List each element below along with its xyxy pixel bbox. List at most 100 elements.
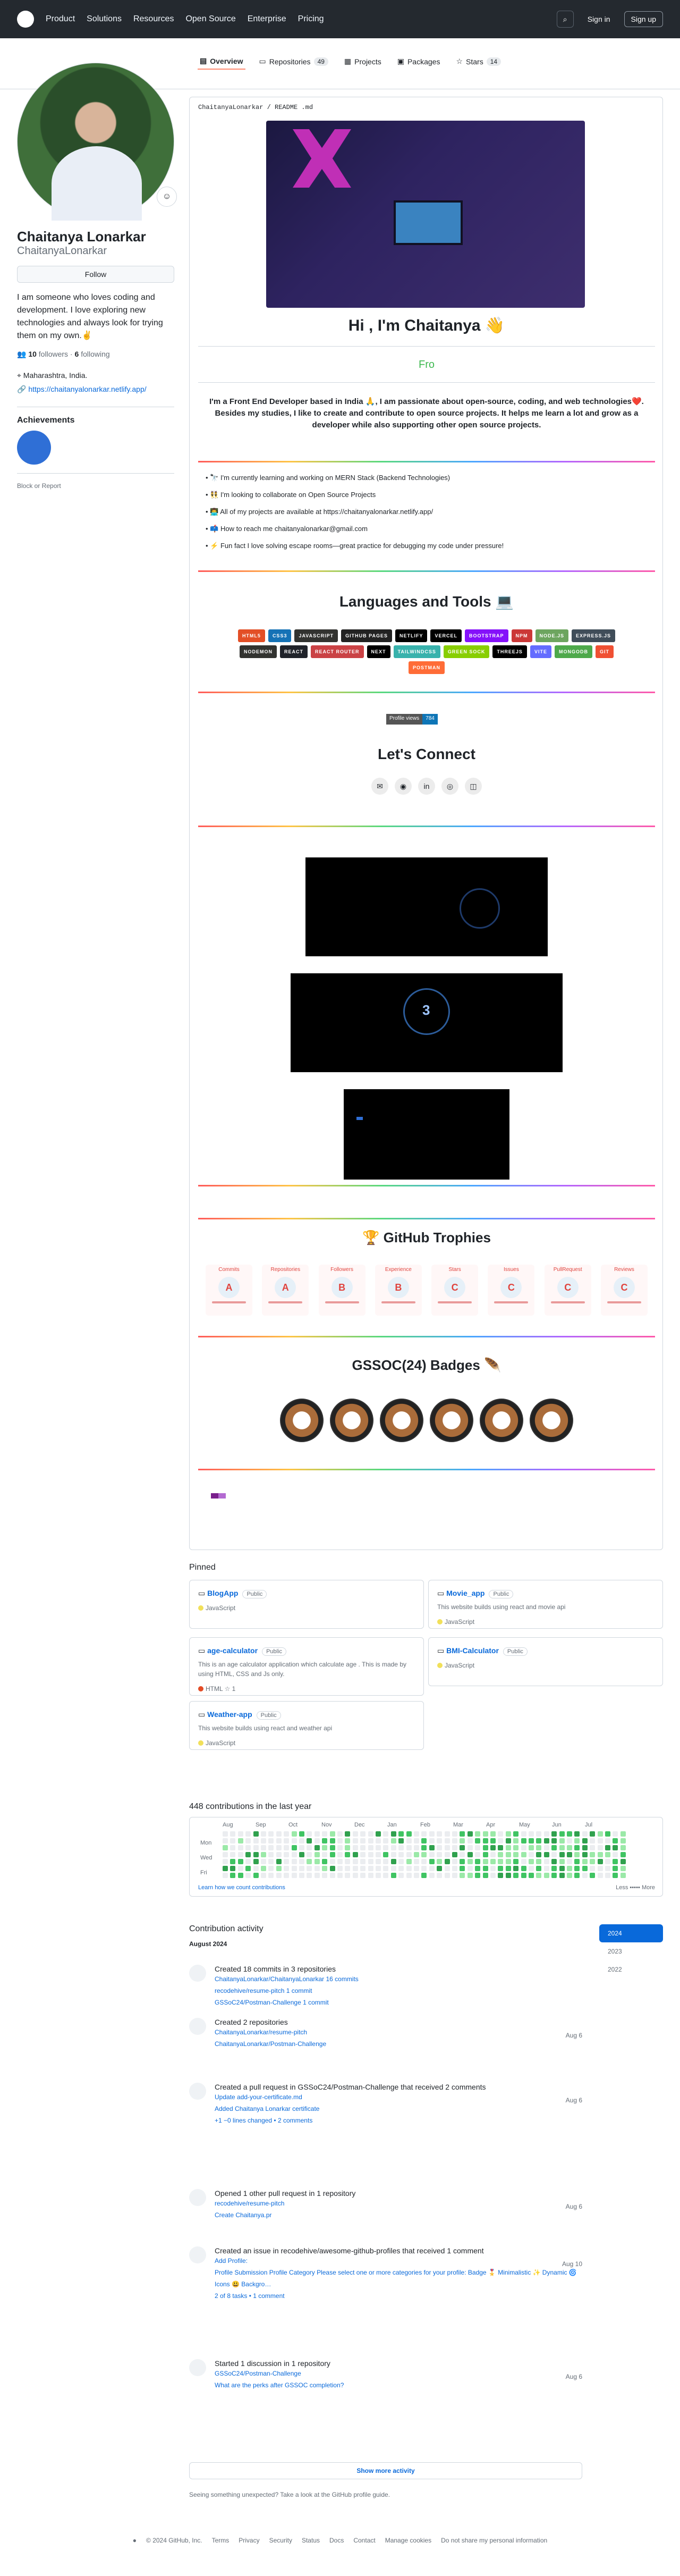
contribution-day[interactable]	[314, 1866, 320, 1871]
contribution-day[interactable]	[398, 1845, 404, 1850]
contribution-day[interactable]	[574, 1859, 580, 1864]
contribution-day[interactable]	[559, 1866, 565, 1871]
contribution-day[interactable]	[536, 1873, 542, 1878]
contribution-day[interactable]	[498, 1859, 504, 1864]
contribution-day[interactable]	[498, 1852, 504, 1857]
contribution-day[interactable]	[352, 1852, 358, 1857]
contribution-day[interactable]	[390, 1845, 396, 1850]
contribution-day[interactable]	[536, 1831, 542, 1837]
contribution-day[interactable]	[360, 1873, 366, 1878]
activity-event-line[interactable]: recodehive/resume-pitch	[215, 2198, 582, 2209]
contribution-day[interactable]	[329, 1845, 335, 1850]
contribution-day[interactable]	[383, 1873, 389, 1878]
contribution-day[interactable]	[299, 1859, 304, 1864]
contribution-day[interactable]	[276, 1866, 282, 1871]
contribution-day[interactable]	[437, 1845, 443, 1850]
contribution-day[interactable]	[605, 1831, 610, 1837]
contribution-day[interactable]	[352, 1838, 358, 1843]
contribution-day[interactable]	[620, 1831, 626, 1837]
contribution-day[interactable]	[368, 1838, 373, 1843]
contribution-day[interactable]	[237, 1873, 243, 1878]
contribution-day[interactable]	[429, 1845, 435, 1850]
contribution-day[interactable]	[368, 1866, 373, 1871]
contribution-day[interactable]	[345, 1831, 351, 1837]
contribution-day[interactable]	[398, 1873, 404, 1878]
contribution-day[interactable]	[543, 1831, 549, 1837]
nav-item-product[interactable]: Product	[46, 14, 75, 24]
contribution-day[interactable]	[406, 1866, 412, 1871]
contribution-day[interactable]	[482, 1852, 488, 1857]
contribution-day[interactable]	[582, 1873, 588, 1878]
footer-link-privacy[interactable]: Privacy	[239, 2537, 259, 2544]
contribution-day[interactable]	[551, 1873, 557, 1878]
contribution-day[interactable]	[276, 1831, 282, 1837]
contribution-day[interactable]	[406, 1859, 412, 1864]
contribution-day[interactable]	[414, 1866, 419, 1871]
contribution-day[interactable]	[597, 1831, 603, 1837]
contribution-day[interactable]	[574, 1845, 580, 1850]
learn-contributions-link[interactable]: Learn how we count contributions	[198, 1884, 285, 1891]
contribution-day[interactable]	[421, 1845, 427, 1850]
contribution-day[interactable]	[605, 1859, 610, 1864]
contribution-day[interactable]	[482, 1831, 488, 1837]
contribution-day[interactable]	[529, 1831, 534, 1837]
contribution-day[interactable]	[590, 1838, 596, 1843]
activity-event-line[interactable]: Update add-your-certificate.md	[215, 2091, 582, 2103]
contribution-day[interactable]	[276, 1852, 282, 1857]
contribution-day[interactable]	[230, 1852, 236, 1857]
contribution-day[interactable]	[536, 1845, 542, 1850]
contribution-day[interactable]	[360, 1845, 366, 1850]
contribution-day[interactable]	[543, 1838, 549, 1843]
contribution-day[interactable]	[590, 1845, 596, 1850]
contribution-day[interactable]	[597, 1859, 603, 1864]
contribution-day[interactable]	[513, 1873, 519, 1878]
contribution-day[interactable]	[307, 1845, 312, 1850]
contribution-day[interactable]	[345, 1838, 351, 1843]
contribution-day[interactable]	[536, 1866, 542, 1871]
contribution-day[interactable]	[437, 1838, 443, 1843]
contribution-day[interactable]	[284, 1845, 290, 1850]
contribution-day[interactable]	[582, 1859, 588, 1864]
contribution-day[interactable]	[307, 1852, 312, 1857]
sign-in-link[interactable]: Sign in	[582, 15, 616, 23]
pinned-repo-card[interactable]: ▭ age-calculator Public This is an age cal…	[189, 1637, 424, 1696]
contribution-day[interactable]	[490, 1852, 496, 1857]
contribution-day[interactable]	[437, 1859, 443, 1864]
contribution-day[interactable]	[429, 1859, 435, 1864]
footer-link-contact[interactable]: Contact	[353, 2537, 375, 2544]
contribution-day[interactable]	[490, 1866, 496, 1871]
contribution-day[interactable]	[567, 1838, 572, 1843]
contribution-day[interactable]	[329, 1859, 335, 1864]
contribution-day[interactable]	[314, 1873, 320, 1878]
contribution-day[interactable]	[574, 1838, 580, 1843]
contribution-day[interactable]	[376, 1852, 381, 1857]
contribution-day[interactable]	[414, 1845, 419, 1850]
activity-event-line[interactable]: Added Chaitanya Lonarkar certificate	[215, 2103, 582, 2115]
activity-event-line[interactable]: ChaitanyaLonarkar/Postman-Challenge	[215, 2038, 582, 2050]
contribution-day[interactable]	[521, 1873, 526, 1878]
contribution-day[interactable]	[261, 1831, 266, 1837]
contribution-day[interactable]	[376, 1838, 381, 1843]
contribution-day[interactable]	[253, 1873, 259, 1878]
contribution-day[interactable]	[398, 1838, 404, 1843]
activity-event-line[interactable]: GSSoC24/Postman-Challenge 1 commit	[215, 1997, 582, 2008]
contribution-day[interactable]	[505, 1831, 511, 1837]
following-label[interactable]: following	[81, 350, 109, 358]
contribution-day[interactable]	[590, 1831, 596, 1837]
contribution-day[interactable]	[337, 1852, 343, 1857]
contribution-day[interactable]	[529, 1845, 534, 1850]
contribution-day[interactable]	[307, 1873, 312, 1878]
contribution-day[interactable]	[360, 1852, 366, 1857]
contribution-day[interactable]	[352, 1845, 358, 1850]
contribution-day[interactable]	[268, 1831, 274, 1837]
contribution-day[interactable]	[337, 1831, 343, 1837]
contribution-day[interactable]	[284, 1838, 290, 1843]
contribution-day[interactable]	[567, 1852, 572, 1857]
contribution-day[interactable]	[452, 1873, 457, 1878]
block-report-link[interactable]: Block or Report	[17, 473, 174, 490]
website-link[interactable]: https://chaitanyalonarkar.netlify.app/	[28, 385, 146, 393]
contribution-day[interactable]	[582, 1866, 588, 1871]
followers-label[interactable]: followers	[39, 350, 68, 358]
contribution-day[interactable]	[253, 1838, 259, 1843]
contribution-day[interactable]	[237, 1866, 243, 1871]
